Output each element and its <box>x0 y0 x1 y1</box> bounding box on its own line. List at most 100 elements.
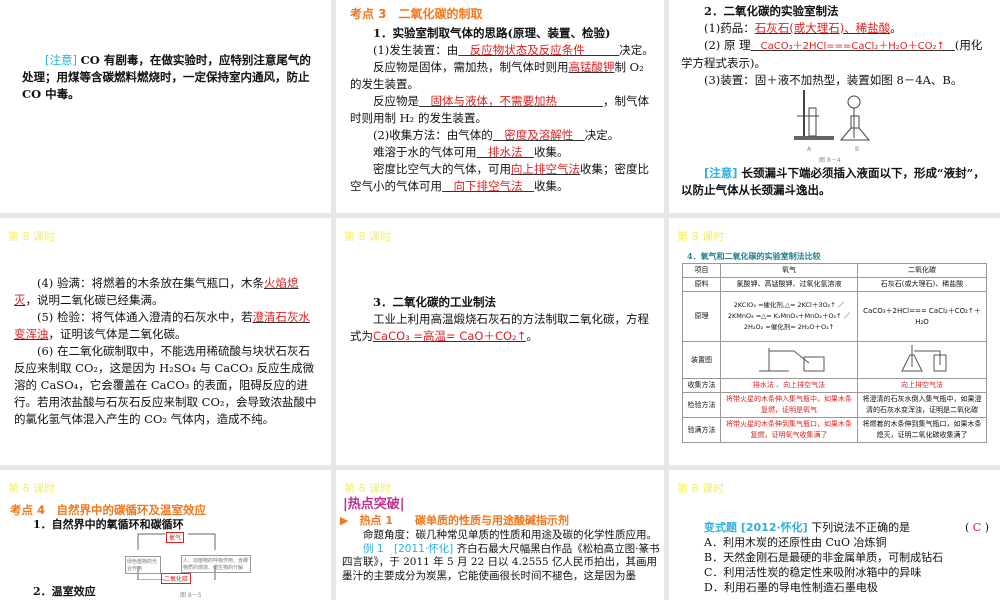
text: 收集。 <box>534 179 569 193</box>
text: (1)发生装置：由 <box>373 43 459 57</box>
slide-thumbnail-9[interactable]: 第 8 课时 变式题 [2012·怀化] 下列说法不正确的是( C ) A．利用… <box>669 470 1000 600</box>
answer: 石灰石(或大理石)、稀盐酸 <box>754 21 891 35</box>
text: (5) 检验：将气体通入澄清的石灰水中，若 <box>37 310 253 324</box>
answer: 向上排空气法 <box>511 162 580 176</box>
table-title: 4．氧气和二氧化碳的实验室制法比较 <box>687 251 821 261</box>
line: 3．二氧化碳的工业制法 <box>373 295 497 309</box>
node-respiration: 人、动植物的呼吸作用、含碳物质的燃烧、微生物的分解 <box>181 555 251 573</box>
answer: 高锰酸钾 <box>568 60 615 74</box>
answer: 固体与液体，不需要加热 <box>419 94 603 108</box>
lesson-label: 第 8 课时 <box>8 482 55 495</box>
option: C．利用活性炭的稳定性来吸附冰箱中的异味 <box>704 566 922 579</box>
answer: 反应物状态及反应条件 <box>458 43 620 57</box>
apparatus-figure <box>794 90 871 141</box>
row-label: 检验方法 <box>682 392 721 418</box>
line: 命题角度：碳几种常见单质的性质和用途及碳的化学性质应用。 <box>363 529 657 541</box>
example-label: 例 1 [2011·怀化] <box>363 542 454 555</box>
slide-thumbnail-4[interactable]: 第 8 课时 (4) 验满：将燃着的木条放在集气瓶口，木条火焰熄灭，说明二氧化碳… <box>0 218 331 465</box>
text: ，说明二氧化碳已经集满。 <box>25 293 164 307</box>
slide-thumbnail-5[interactable]: 第 8 课时 3．二氧化碳的工业制法 工业上利用高温煅烧石灰石的方法制取二氧化碳… <box>336 218 664 465</box>
text: 。 <box>890 21 902 35</box>
cell: 石灰石(或大理石)、稀盐酸 <box>857 277 987 292</box>
slide-body: 2．二氧化碳的实验室制法 (1)药品：石灰石(或大理石)、稀盐酸。 (2) 原 … <box>681 3 993 89</box>
slide-thumbnail-7[interactable]: 第 8 课时 考点 4 自然界中的碳循环及温室效应 1．自然界中的氧循环和碳循环… <box>0 470 331 600</box>
o2-apparatus-figure <box>759 348 825 372</box>
text: 决定。 <box>584 128 620 142</box>
line: (3)装置：固＋液不加热型，装置如图 8－4A、B。 <box>704 73 963 87</box>
slide-body: 命题角度：碳几种常见单质的性质和用途及碳的化学性质应用。 例 1 [2011·怀… <box>342 529 662 583</box>
cell <box>857 341 987 379</box>
row-label: 收集方法 <box>682 378 721 393</box>
note-paragraph: [注意] 长颈漏斗下端必须插入液面以下，形成“液封”，以防止气体从长颈漏斗逸出。 <box>681 165 993 199</box>
header-cell: 项目 <box>682 263 721 278</box>
option: D．利用石墨的导电性制造石墨电极 <box>704 581 878 594</box>
node-co2: 二氧化碳 <box>161 573 192 584</box>
slide-thumbnail-1[interactable]: [注意] CO 有剧毒，在做实验时，应特别注意尾气的处理；用煤等含碳燃料燃烧时，… <box>0 0 331 213</box>
cell: 向上排空气法 <box>857 378 987 393</box>
header-cell: 二氧化碳 <box>857 263 987 278</box>
slide-body: (4) 验满：将燃着的木条放在集气瓶口，木条火焰熄灭，说明二氧化碳已经集满。 (… <box>14 275 319 428</box>
table-row: 检验方法 将带火星的木条伸入集气瓶中，如果木条复燃，证明是氧气 将澄清的石灰水倒入集… <box>682 392 987 418</box>
answer: C <box>972 521 982 534</box>
figure-label-a: A <box>807 146 812 153</box>
text: (1)药品： <box>704 21 755 35</box>
text: 反应物是 <box>373 94 419 108</box>
cell: 氯酸钾、高锰酸钾、过氧化氢溶液 <box>720 277 858 292</box>
text: 。 <box>526 329 538 343</box>
cell: 将带火星的木条伸入集气瓶中，如果木条复燃，证明是氧气 <box>720 392 858 418</box>
answer: 排水法 <box>476 145 534 159</box>
table-row: 验满方法 将带火星的木条伸到集气瓶口，如果木条复燃，证明氧气收集满了 将燃着的木条伸… <box>682 417 987 443</box>
note-label: [注意] <box>704 166 738 180</box>
text: 收集。 <box>534 145 569 159</box>
table-row: 原料 氯酸钾、高锰酸钾、过氧化氢溶液 石灰石(或大理石)、稀盐酸 <box>682 277 987 292</box>
answer: CaCO₃＋2HCl===CaCl₂＋H₂O＋CO₂↑ <box>750 41 955 52</box>
text: (2) 原 理 <box>704 38 751 52</box>
paragraph: (6) 在二氧化碳制取中，不能选用稀硫酸与块状石灰石反应来制取 CO₂，这是因为… <box>14 344 317 426</box>
note-label: [注意] <box>45 53 77 67</box>
co2-apparatus-figure <box>901 345 947 372</box>
slide-body: 变式题 [2012·怀化] 下列说法不正确的是( C ) A．利用木炭的还原性由… <box>704 521 989 594</box>
slide-thumbnail-2[interactable]: 考点 3 二氧化碳的制取 1．实验室制取气体的思路(原理、装置、检验) (1)发… <box>336 0 664 213</box>
text: 难溶于水的气体可用 <box>373 145 477 159</box>
figure-caption: 图 8－5 <box>180 592 202 599</box>
table-row: 装置图 <box>682 341 987 379</box>
note-paragraph: [注意] CO 有剧毒，在做实验时，应特别注意尾气的处理；用煤等含碳燃料燃烧时，… <box>22 52 322 103</box>
answer: 密度及溶解性 <box>492 128 585 142</box>
question-label: 变式题 [2012·怀化] <box>704 521 808 534</box>
row-label: 装置图 <box>682 341 721 379</box>
row-label: 原料 <box>682 277 721 292</box>
slide-thumbnail-8[interactable]: 第 8 课时 |热点突破| ▶ 热点 1 碳单质的性质与用途酸碱指示剂 命题角度… <box>336 470 664 600</box>
text: 密度比空气大的气体，可用 <box>373 162 511 176</box>
table-header-row: 项目 氧气 二氧化碳 <box>682 263 987 278</box>
slide-body: 3．二氧化碳的工业制法 工业上利用高温煅烧石灰石的方法制取二氧化碳，方程式为Ca… <box>350 294 650 345</box>
text: (4) 验满：将燃着的木条放在集气瓶口，木条 <box>37 276 264 290</box>
row-label: 原理 <box>682 291 721 342</box>
text: ，证明该气体是二氧化碳。 <box>48 327 187 341</box>
slide-thumbnail-6[interactable]: 第 8 课时 4．氧气和二氧化碳的实验室制法比较 项目 氧气 二氧化碳 原料 氯酸钾、… <box>669 218 1000 465</box>
hot-topic-title: 热点 1 碳单质的性质与用途酸碱指示剂 <box>359 514 569 527</box>
option: A．利用木炭的还原性由 CuO 冶炼铜 <box>704 536 887 549</box>
question-text: 下列说法不正确的是 <box>811 521 911 534</box>
cell: 将燃着的木条伸到集气瓶口，如果木条熄灭，证明二氧化碳收集满了 <box>857 417 987 443</box>
cell: CaCO₃＋2HCl=== CaCl₂＋CO₂↑＋H₂O <box>857 291 987 342</box>
header-cell: 氧气 <box>720 263 858 278</box>
section-title: |热点突破| <box>343 497 405 512</box>
lesson-label: 第 8 课时 <box>677 230 724 243</box>
section-heading: 考点 3 二氧化碳的制取 <box>350 7 483 21</box>
option: B．天然金刚石是最硬的非金属单质，可制成钻石 <box>704 551 944 564</box>
slide-thumbnail-3[interactable]: 2．二氧化碳的实验室制法 (1)药品：石灰石(或大理石)、稀盐酸。 (2) 原 … <box>669 0 1000 213</box>
lesson-label: 第 8 课时 <box>677 482 724 495</box>
answer: CaCO₃ =高温= CaO＋CO₂↑ <box>373 329 527 343</box>
node-photosynthesis: 绿色植物的光合作用 <box>125 556 161 574</box>
cell: 2KClO₃ =催化剂,△= 2KCl＋3O₂↑ ／ 2KMnO₄ =△= K₂… <box>720 291 858 342</box>
cell <box>720 341 858 379</box>
comparison-table: 项目 氧气 二氧化碳 原料 氯酸钾、高锰酸钾、过氧化氢溶液 石灰石(或大理石)、稀盐酸 … <box>682 263 987 443</box>
cell: 排水法 、向上排空气法 <box>720 378 858 393</box>
line: 2．温室效应 <box>33 585 96 598</box>
line: 2．二氧化碳的实验室制法 <box>704 4 839 18</box>
slide-body: 1．实验室制取气体的思路(原理、装置、检验) (1)发生装置：由 反应物状态及反… <box>350 25 656 195</box>
lesson-label: 第 8 课时 <box>344 230 391 243</box>
lesson-label: 第 8 课时 <box>344 482 391 495</box>
text: (2)收集方法：由气体的 <box>373 128 493 142</box>
triangle-icon: ▶ <box>340 514 360 527</box>
